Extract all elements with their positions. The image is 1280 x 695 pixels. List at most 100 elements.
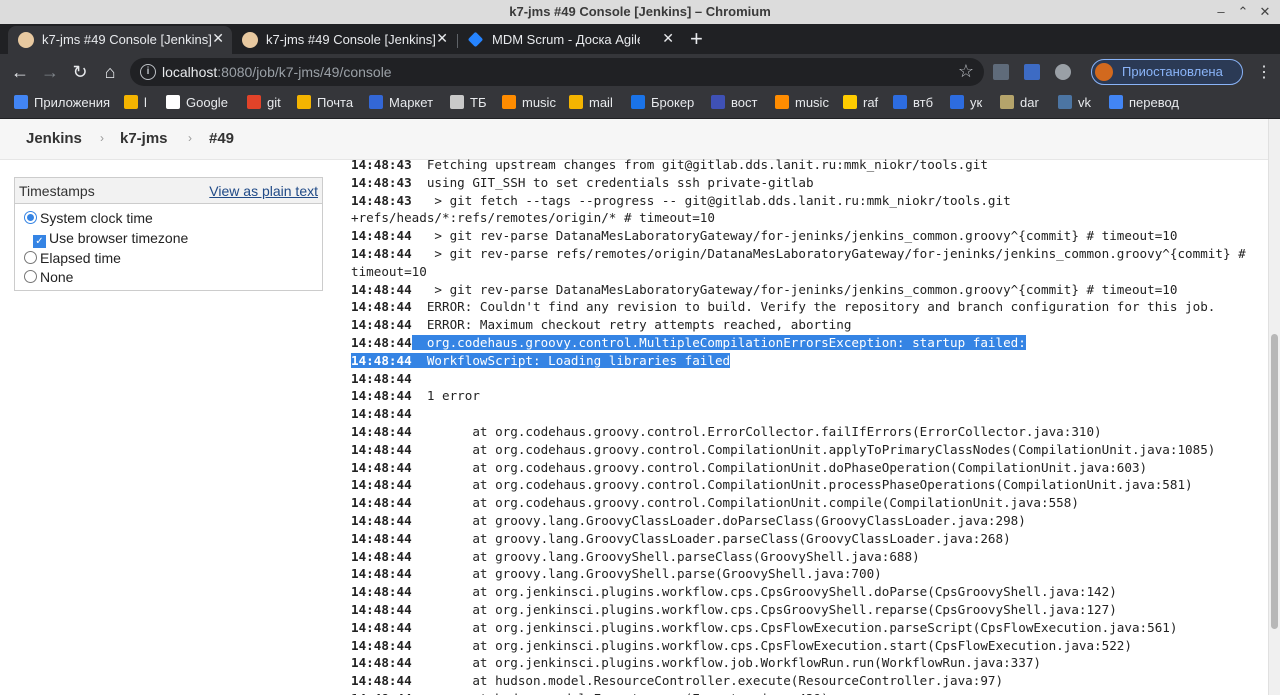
- bookmark-item[interactable]: Маркет: [369, 95, 433, 113]
- vtb-icon: [893, 95, 907, 109]
- bookmark-item[interactable]: raf: [843, 95, 878, 113]
- bookmark-item[interactable]: git: [247, 95, 281, 113]
- bookmark-label: music: [522, 95, 556, 110]
- minimize-button[interactable]: ‒: [1212, 3, 1230, 21]
- breadcrumb-jenkins[interactable]: Jenkins: [26, 130, 82, 147]
- option-browser-timezone[interactable]: ✓ Use browser timezone: [33, 230, 188, 248]
- chevron-right-icon[interactable]: ›: [188, 131, 192, 145]
- music-icon: [775, 95, 789, 109]
- new-tab-button[interactable]: +: [690, 26, 703, 52]
- profile-status: Приостановлена: [1122, 64, 1223, 79]
- extension-mail-icon[interactable]: [993, 64, 1009, 80]
- radio-button[interactable]: [24, 211, 37, 224]
- console-text: at groovy.lang.GroovyClassLoader.parseCl…: [411, 530, 1011, 546]
- page-scrollbar[interactable]: [1268, 119, 1280, 695]
- window-titlebar: k7-jms #49 Console [Jenkins] – Chromium …: [0, 0, 1280, 25]
- bookmark-item[interactable]: Google: [166, 95, 228, 113]
- close-window-button[interactable]: ✕: [1256, 3, 1274, 21]
- bookmark-item[interactable]: vk: [1058, 95, 1091, 113]
- console-line: 14:48:43 Fetching upstream changes from …: [351, 156, 1256, 174]
- console-text: at groovy.lang.GroovyShell.parse(GroovyS…: [411, 566, 882, 582]
- bookmark-item[interactable]: Брокер: [631, 95, 694, 113]
- option-system-clock[interactable]: System clock time: [24, 210, 153, 226]
- bookmark-item[interactable]: Почта: [297, 95, 353, 113]
- console-text: at groovy.lang.GroovyShell.parseClass(Gr…: [411, 548, 920, 564]
- breadcrumb-job[interactable]: k7-jms: [120, 130, 168, 147]
- close-icon[interactable]: ✕: [662, 30, 674, 47]
- bank-icon: [711, 95, 725, 109]
- option-none[interactable]: None: [24, 269, 73, 285]
- console-text: at org.jenkinsci.plugins.workflow.cps.Cp…: [411, 637, 1132, 653]
- extension-circle-icon[interactable]: [1055, 64, 1071, 80]
- chevron-right-icon[interactable]: ›: [100, 131, 104, 145]
- console-timestamp: 14:48:44: [351, 423, 412, 439]
- console-line: 14:48:43 using GIT_SSH to set credential…: [351, 174, 1256, 192]
- radio-button[interactable]: [24, 251, 37, 264]
- maximize-button[interactable]: ⌃: [1234, 3, 1252, 21]
- url-text[interactable]: localhost:8080/job/k7-jms/49/console: [162, 64, 392, 80]
- console-output[interactable]: 14:48:43 Fetching upstream changes from …: [351, 156, 1256, 695]
- console-line: 14:48:44 at org.codehaus.groovy.control.…: [351, 423, 1256, 441]
- bookmark-label: mail: [589, 95, 613, 110]
- timestamps-panel: Timestamps View as plain text System clo…: [14, 177, 323, 291]
- bookmark-item[interactable]: ТБ: [450, 95, 486, 113]
- bookmark-item[interactable]: mail: [569, 95, 613, 113]
- console-timestamp: 14:48:44: [351, 441, 412, 457]
- console-line: 14:48:44 WorkflowScript: Loading librari…: [351, 352, 1256, 370]
- home-icon[interactable]: ⌂: [98, 60, 122, 84]
- bookmark-star-icon[interactable]: ☆: [958, 61, 974, 82]
- console-line: 14:48:44 at org.codehaus.groovy.control.…: [351, 476, 1256, 494]
- gitlab-icon: [247, 95, 261, 109]
- console-line: 14:48:44 ERROR: Maximum checkout retry a…: [351, 316, 1256, 334]
- bookmark-item[interactable]: ук: [950, 95, 982, 113]
- scrollbar-thumb[interactable]: [1271, 334, 1278, 629]
- console-text: WorkflowScript: Loading libraries failed: [411, 352, 731, 368]
- bookmark-item[interactable]: втб: [893, 95, 933, 113]
- extension-cart-icon[interactable]: [1024, 64, 1040, 80]
- tab-jenkins-console-2[interactable]: k7-jms #49 Console [Jenkins] ✕: [232, 26, 456, 54]
- address-bar[interactable]: i localhost:8080/job/k7-jms/49/console ☆: [130, 58, 984, 86]
- radio-button[interactable]: [24, 270, 37, 283]
- bookmark-label: vk: [1078, 95, 1091, 110]
- bookmark-label: Почта: [317, 95, 354, 110]
- bookmark-item[interactable]: music: [775, 95, 829, 113]
- bookmark-item[interactable]: l: [124, 95, 147, 113]
- bookmark-label: Google: [186, 95, 228, 110]
- console-line: 14:48:44 at org.jenkinsci.plugins.workfl…: [351, 583, 1256, 601]
- option-label: System clock time: [40, 210, 153, 226]
- forward-arrow-icon[interactable]: →: [38, 60, 62, 84]
- back-arrow-icon[interactable]: ←: [8, 60, 32, 84]
- tab-mdm-scrum[interactable]: MDM Scrum - Доска Agile - Д ✕: [458, 26, 682, 54]
- option-label: Use browser timezone: [49, 230, 189, 246]
- console-line: 14:48:44 at hudson.model.ResourceControl…: [351, 672, 1256, 690]
- console-text: Fetching upstream changes from git@gitla…: [411, 157, 988, 172]
- console-timestamp: 14:48:44: [351, 406, 412, 422]
- console-line: 14:48:44 at org.jenkinsci.plugins.workfl…: [351, 654, 1256, 672]
- breadcrumb-build[interactable]: #49: [209, 130, 234, 147]
- close-icon[interactable]: ✕: [212, 30, 224, 47]
- bookmark-item[interactable]: music: [502, 95, 556, 113]
- option-elapsed-time[interactable]: Elapsed time: [24, 250, 121, 266]
- info-icon[interactable]: i: [140, 64, 156, 80]
- option-label: Elapsed time: [40, 250, 121, 266]
- close-icon[interactable]: ✕: [436, 30, 448, 47]
- google-icon: [166, 95, 180, 109]
- bookmark-item[interactable]: dar: [1000, 95, 1039, 113]
- bookmark-item[interactable]: Приложения: [14, 95, 110, 113]
- console-timestamp: 14:48:44: [351, 352, 412, 368]
- console-text: > git rev-parse DatanaMesLaboratoryGatew…: [411, 228, 1178, 244]
- view-as-plain-text-link[interactable]: View as plain text: [209, 183, 318, 199]
- menu-kebab-icon[interactable]: ⋮: [1256, 62, 1272, 82]
- emblem-icon: [450, 95, 464, 109]
- profile-button[interactable]: Приостановлена: [1091, 59, 1243, 85]
- jenkins-icon: [242, 32, 258, 48]
- bookmark-label: dar: [1020, 95, 1039, 110]
- console-line: 14:48:44 at hudson.model.Executor.run(Ex…: [351, 690, 1256, 695]
- tab-jenkins-console-1[interactable]: k7-jms #49 Console [Jenkins] ✕: [8, 26, 232, 54]
- console-line: 14:48:44 > git rev-parse DatanaMesLabora…: [351, 281, 1256, 299]
- bookmark-label: втб: [913, 95, 934, 110]
- bookmark-item[interactable]: вост: [711, 95, 757, 113]
- checkbox[interactable]: ✓: [33, 235, 46, 248]
- bookmark-item[interactable]: перевод: [1109, 95, 1179, 113]
- reload-icon[interactable]: ↻: [68, 60, 92, 84]
